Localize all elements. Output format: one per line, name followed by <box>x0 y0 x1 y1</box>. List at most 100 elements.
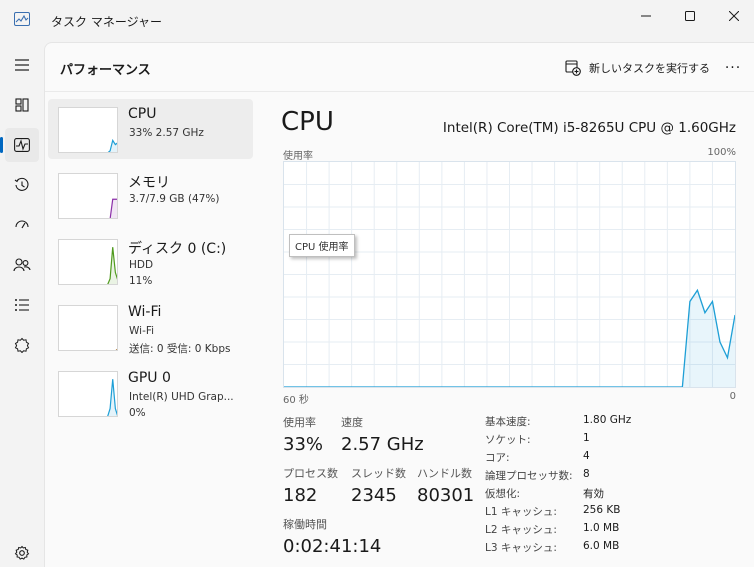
device-name: Wi-Fi <box>128 304 162 320</box>
spec-row: L2 キャッシュ: 1.0 MB <box>485 522 735 540</box>
sparkline-line <box>107 379 117 416</box>
new-task-button[interactable]: 新しいタスクを実行する <box>559 53 716 83</box>
maximize-button[interactable] <box>667 0 713 32</box>
chart-x-end-label: 0 <box>729 391 736 402</box>
details-icon <box>15 299 29 311</box>
active-nav-indicator <box>0 137 3 153</box>
wifi-sparkline <box>115 348 117 350</box>
device-thumbnail <box>58 239 118 285</box>
usage-label: 使用率 <box>283 416 316 429</box>
sparkline-fill <box>116 349 117 350</box>
minimize-icon <box>641 15 651 17</box>
memory-sparkline <box>109 198 117 218</box>
device-name: CPU <box>128 106 157 122</box>
handles-value: 80301 <box>417 485 475 506</box>
spec-key: L1 キャッシュ: <box>485 506 557 518</box>
device-detail: 3.7/7.9 GB (47%) <box>129 193 220 205</box>
spec-key: 基本速度: <box>485 416 531 428</box>
header-divider <box>45 91 754 92</box>
nav-menu-button[interactable] <box>5 48 39 82</box>
side-navigation <box>0 42 44 567</box>
spec-key: 論理プロセッサ数: <box>485 470 573 482</box>
spec-row: コア: 4 <box>485 450 735 468</box>
processes-icon <box>15 98 29 112</box>
device-wifi[interactable]: Wi-Fi Wi-Fi 送信: 0 受信: 0 Kbps <box>48 297 253 357</box>
chart-y-label: 使用率 <box>283 151 313 162</box>
device-detail: Wi-Fi <box>129 325 155 337</box>
page-title: パフォーマンス <box>60 63 151 78</box>
uptime-value: 0:02:41:14 <box>283 536 382 557</box>
nav-item-processes[interactable] <box>5 88 39 122</box>
spec-value: 4 <box>583 450 590 462</box>
chart-y-max-label: 100% <box>707 147 736 158</box>
nav-item-details[interactable] <box>5 288 39 322</box>
nav-item-performance[interactable] <box>5 128 39 162</box>
nav-item-users[interactable] <box>5 248 39 282</box>
device-thumbnail <box>58 173 118 219</box>
processes-value: 182 <box>283 485 318 506</box>
spec-value: 256 KB <box>583 504 621 516</box>
more-options-button[interactable]: ··· <box>717 53 749 83</box>
minimize-button[interactable] <box>623 0 669 32</box>
spec-row: 基本速度: 1.80 GHz <box>485 414 735 432</box>
device-name: ディスク 0 (C:) <box>128 241 227 257</box>
device-thumbnail <box>58 305 118 351</box>
device-memory[interactable]: メモリ 3.7/7.9 GB (47%) <box>48 165 253 225</box>
device-detail: 33% 2.57 GHz <box>129 127 204 139</box>
nav-item-settings[interactable] <box>5 536 39 567</box>
spec-row: 仮想化: 有効 <box>485 486 735 504</box>
spec-row: L3 キャッシュ: 6.0 MB <box>485 540 735 558</box>
spec-row: 論理プロセッサ数: 8 <box>485 468 735 486</box>
window-title: タスク マネージャー <box>51 15 162 29</box>
new-task-label: 新しいタスクを実行する <box>589 62 710 75</box>
spec-value: 1.80 GHz <box>583 414 632 426</box>
cpu-usage-chart <box>283 161 736 388</box>
new-task-icon <box>565 60 581 76</box>
threads-label: スレッド数 <box>351 467 406 480</box>
cpu-heading: CPU <box>281 107 334 137</box>
spec-row: ソケット: 1 <box>485 432 735 450</box>
hamburger-menu-icon <box>15 59 29 71</box>
nav-item-services[interactable] <box>5 328 39 362</box>
sparkline-line <box>107 247 117 284</box>
device-detail-2: 0% <box>129 407 146 419</box>
close-button[interactable] <box>711 0 754 32</box>
startup-apps-icon <box>15 220 29 229</box>
device-cpu[interactable]: CPU 33% 2.57 GHz <box>48 99 253 159</box>
cpu-sparkline <box>107 138 117 152</box>
maximize-icon <box>685 11 695 21</box>
chart-tooltip: CPU 使用率 <box>289 234 355 257</box>
performance-icon <box>14 138 30 152</box>
spec-value: 1.0 MB <box>583 522 620 534</box>
close-icon <box>729 11 739 21</box>
spec-key: L3 キャッシュ: <box>485 542 557 554</box>
speed-value: 2.57 GHz <box>341 434 424 455</box>
cpu-usage-area <box>682 290 735 387</box>
users-icon <box>13 258 31 272</box>
device-name: メモリ <box>128 175 170 191</box>
title-bar: タスク マネージャー <box>0 0 754 42</box>
device-disk[interactable]: ディスク 0 (C:) HDD 11% <box>48 231 253 291</box>
device-detail: HDD <box>129 259 154 271</box>
task-manager-icon <box>14 12 30 26</box>
device-detail-2: 送信: 0 受信: 0 Kbps <box>129 343 231 355</box>
spec-key: コア: <box>485 452 510 464</box>
device-name: GPU 0 <box>128 370 171 386</box>
disk-sparkline <box>107 247 117 284</box>
nav-item-startup-apps[interactable] <box>5 208 39 242</box>
device-thumbnail <box>58 107 118 153</box>
speed-label: 速度 <box>341 416 363 429</box>
device-gpu[interactable]: GPU 0 Intel(R) UHD Grap... 0% <box>48 363 253 423</box>
gpu-sparkline <box>107 379 117 416</box>
spec-row: L1 キャッシュ: 256 KB <box>485 504 735 522</box>
processes-label: プロセス数 <box>283 467 338 480</box>
spec-key: ソケット: <box>485 434 531 446</box>
spec-value: 8 <box>583 468 590 480</box>
cpu-usage-plot <box>284 162 735 387</box>
device-detail-2: 11% <box>129 275 153 287</box>
more-options-icon: ··· <box>724 60 742 76</box>
services-icon <box>14 337 30 353</box>
nav-item-app-history[interactable] <box>5 168 39 202</box>
spec-key: L2 キャッシュ: <box>485 524 557 536</box>
spec-key: 仮想化: <box>485 488 521 500</box>
